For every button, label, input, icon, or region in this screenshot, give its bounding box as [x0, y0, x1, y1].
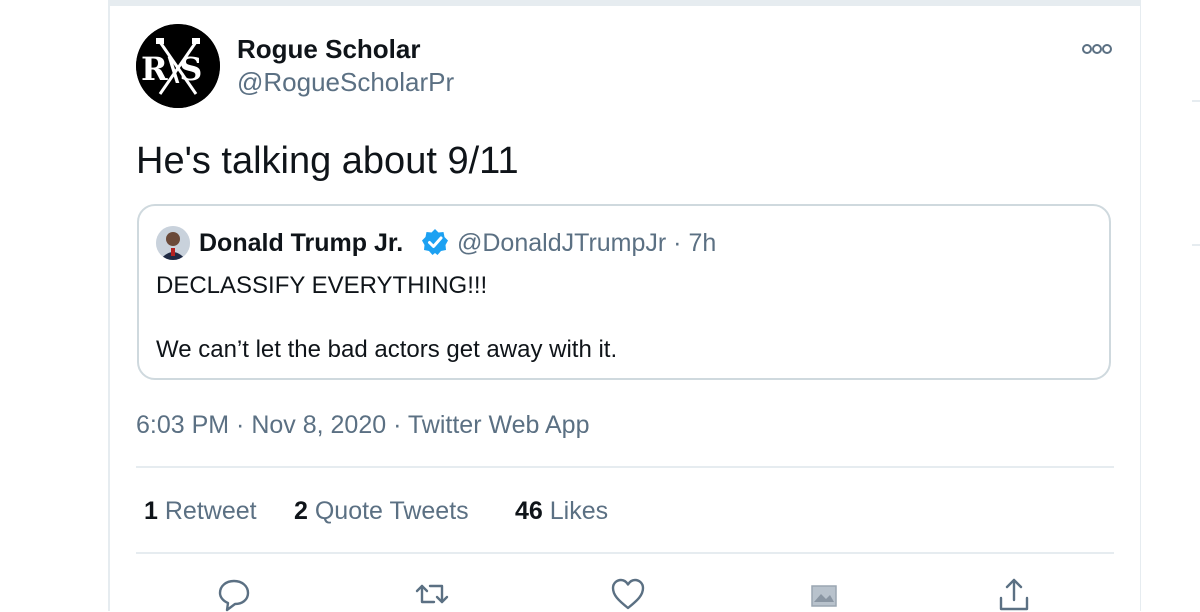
verified-badge-icon: [421, 228, 449, 256]
author-avatar[interactable]: R\S: [136, 24, 220, 108]
quoted-author-name[interactable]: Donald Trump Jr.: [199, 226, 403, 260]
like-icon: [611, 578, 645, 610]
retweets-label: Retweet: [164, 497, 257, 525]
reply-icon: [218, 579, 250, 612]
timeline-left-border: [108, 0, 110, 611]
tweet-action-bar: [0, 570, 1200, 612]
likes-count: 46: [515, 497, 543, 525]
avatar-monogram: R\S: [141, 50, 202, 88]
share-icon: [999, 578, 1029, 611]
quote-tweets-stat[interactable]: 2 Quote Tweets: [294, 494, 469, 528]
reply-button[interactable]: [216, 576, 252, 612]
quote-tweets-count: 2: [294, 497, 308, 525]
divider: [136, 552, 1114, 554]
bookmark-button[interactable]: [806, 576, 842, 612]
crossed-swords-monogram-icon: R\S: [136, 24, 220, 108]
retweet-button[interactable]: [414, 576, 450, 612]
author-display-name[interactable]: Rogue Scholar: [237, 33, 420, 65]
more-options-button[interactable]: [1080, 40, 1114, 58]
retweets-stat[interactable]: 1 Retweet: [144, 494, 257, 528]
divider: [136, 466, 1114, 468]
tweet-timestamp[interactable]: 6:03 PM · Nov 8, 2020 · Twitter Web App: [136, 408, 589, 442]
like-button[interactable]: [610, 576, 646, 612]
quoted-handle-and-time[interactable]: @DonaldJTrumpJr · 7h: [457, 226, 716, 260]
retweets-count: 1: [144, 497, 158, 525]
top-border: [108, 0, 1140, 6]
quote-tweets-label: Quote Tweets: [314, 497, 469, 525]
quoted-tweet-card[interactable]: Donald Trump Jr. @DonaldJTrumpJr · 7h DE…: [137, 204, 1111, 380]
likes-label: Likes: [549, 497, 609, 525]
sidebar-divider: [1192, 244, 1200, 246]
timeline-right-border: [1140, 0, 1141, 611]
more-dots-icon: [1082, 44, 1112, 54]
person-avatar-icon: [156, 226, 190, 260]
retweet-icon: [415, 584, 449, 604]
quoted-text-line: DECLASSIFY EVERYTHING!!!: [156, 272, 488, 299]
sidebar-divider: [1192, 100, 1200, 102]
quoted-text-line: We can’t let the bad actors get away wit…: [156, 336, 618, 363]
quoted-author-avatar[interactable]: [156, 226, 190, 260]
author-handle[interactable]: @RogueScholarPr: [237, 66, 454, 98]
share-button[interactable]: [996, 576, 1032, 612]
tweet-text: He's talking about 9/11: [136, 140, 519, 182]
bookmark-image-icon: [811, 585, 837, 607]
likes-stat[interactable]: 46 Likes: [515, 494, 608, 528]
